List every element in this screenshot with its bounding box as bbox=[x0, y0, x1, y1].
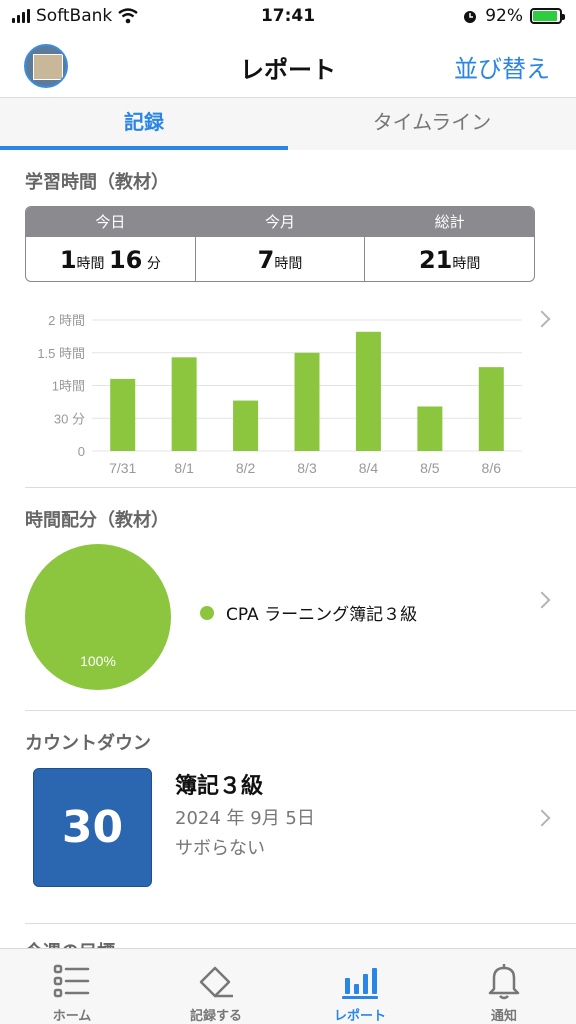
x-tick-label: 8/4 bbox=[359, 460, 379, 476]
nav-header: レポート 並び替え bbox=[0, 34, 576, 98]
y-tick-label: 2 時間 bbox=[48, 313, 85, 328]
tab-records[interactable]: 記録 bbox=[0, 98, 288, 150]
value-number: 21 bbox=[418, 246, 453, 274]
x-tick-label: 7/31 bbox=[109, 460, 136, 476]
value-unit: 時間 bbox=[274, 256, 303, 272]
bar bbox=[110, 378, 136, 451]
summary-value: 21時間 bbox=[365, 237, 534, 281]
tabbar-label: 記録する bbox=[189, 1009, 242, 1024]
report-tabs: 記録 タイムライン bbox=[0, 98, 576, 150]
tabbar-label: レポート bbox=[333, 1009, 386, 1024]
study-time-chart[interactable]: 0 30 分 1時間 1.5 時間 2 時間 7/31 8/1 8/2 8/3 8/4 8/5 8/6 bbox=[0, 300, 576, 480]
study-time-summary: 今日 1時間 16 分 今月 7時間 総計 21時間 bbox=[25, 206, 535, 282]
bar bbox=[233, 400, 259, 451]
countdown-chevron-icon[interactable] bbox=[533, 809, 551, 827]
countdown-note: サボらない bbox=[175, 838, 265, 859]
battery-percent: 92% bbox=[485, 6, 523, 26]
distribution-pie[interactable]: 100% bbox=[24, 543, 172, 691]
summary-header: 今日 bbox=[26, 207, 195, 237]
study-time-title: 学習時間（教材） bbox=[25, 172, 169, 193]
bar bbox=[294, 352, 320, 451]
y-tick-label: 0 bbox=[78, 444, 85, 459]
summary-today: 今日 1時間 16 分 bbox=[26, 207, 196, 281]
summary-month: 今月 7時間 bbox=[195, 207, 366, 281]
bottom-tab-bar: ホーム 記録する レポート 通知 bbox=[0, 948, 576, 1024]
bar bbox=[417, 406, 443, 451]
status-right: 92% bbox=[462, 6, 565, 26]
y-tick-label: 30 分 bbox=[54, 411, 85, 426]
tab-timeline[interactable]: タイムライン bbox=[288, 98, 576, 150]
y-tick-label: 1時間 bbox=[52, 379, 85, 394]
x-tick-label: 8/5 bbox=[420, 460, 440, 476]
bar bbox=[478, 367, 504, 451]
section-divider bbox=[25, 710, 576, 711]
x-tick-label: 8/2 bbox=[236, 460, 256, 476]
countdown-days-box[interactable]: 30 bbox=[33, 768, 152, 887]
x-tick-label: 8/1 bbox=[174, 460, 194, 476]
bar bbox=[355, 331, 381, 451]
legend-dot-icon bbox=[200, 605, 214, 620]
value-number: 16 bbox=[108, 246, 143, 274]
countdown-title: カウントダウン bbox=[25, 733, 151, 754]
tabbar-record[interactable]: 記録する bbox=[144, 949, 288, 1024]
x-tick-label: 8/6 bbox=[482, 460, 502, 476]
summary-value: 7時間 bbox=[196, 237, 365, 281]
battery-icon bbox=[530, 8, 565, 24]
countdown-name: 簿記３級 bbox=[175, 774, 264, 799]
y-tick-label: 1.5 時間 bbox=[37, 346, 85, 361]
summary-total: 総計 21時間 bbox=[365, 207, 534, 281]
countdown-date: 2024 年 9月 5日 bbox=[175, 808, 315, 829]
value-unit: 時間 bbox=[452, 256, 481, 272]
value-unit: 分 bbox=[142, 256, 161, 272]
section-divider bbox=[25, 923, 576, 924]
tabbar-label: ホーム bbox=[52, 1009, 92, 1024]
summary-header: 総計 bbox=[365, 207, 534, 237]
list-icon bbox=[53, 964, 90, 998]
distribution-title: 時間配分（教材） bbox=[25, 510, 169, 531]
pie-percent-label: 100% bbox=[80, 653, 116, 669]
alarm-icon bbox=[464, 11, 477, 23]
x-tick-label: 8/3 bbox=[297, 460, 317, 476]
tabbar-home[interactable]: ホーム bbox=[0, 949, 144, 1024]
bar-chart-icon bbox=[342, 968, 378, 999]
status-bar: SoftBank 17:41 92% bbox=[0, 0, 576, 34]
tabbar-report[interactable]: レポート bbox=[288, 949, 432, 1024]
bar bbox=[171, 357, 197, 451]
tabbar-notifications[interactable]: 通知 bbox=[432, 949, 576, 1024]
value-unit: 時間 bbox=[76, 256, 105, 272]
value-number: 7 bbox=[257, 246, 275, 274]
sort-button[interactable]: 並び替え bbox=[454, 49, 550, 84]
bell-icon bbox=[488, 964, 520, 1000]
tabbar-label: 通知 bbox=[490, 1009, 517, 1024]
legend-label: CPA ラーニング簿記３級 bbox=[226, 605, 418, 625]
section-divider bbox=[25, 487, 576, 488]
pencil-icon bbox=[199, 966, 233, 998]
value-number: 1 bbox=[59, 246, 77, 274]
legend-item: CPA ラーニング簿記３級 bbox=[200, 600, 417, 625]
distribution-chevron-icon[interactable] bbox=[533, 591, 551, 609]
summary-header: 今月 bbox=[195, 207, 365, 237]
summary-value: 1時間 16 分 bbox=[26, 237, 195, 281]
